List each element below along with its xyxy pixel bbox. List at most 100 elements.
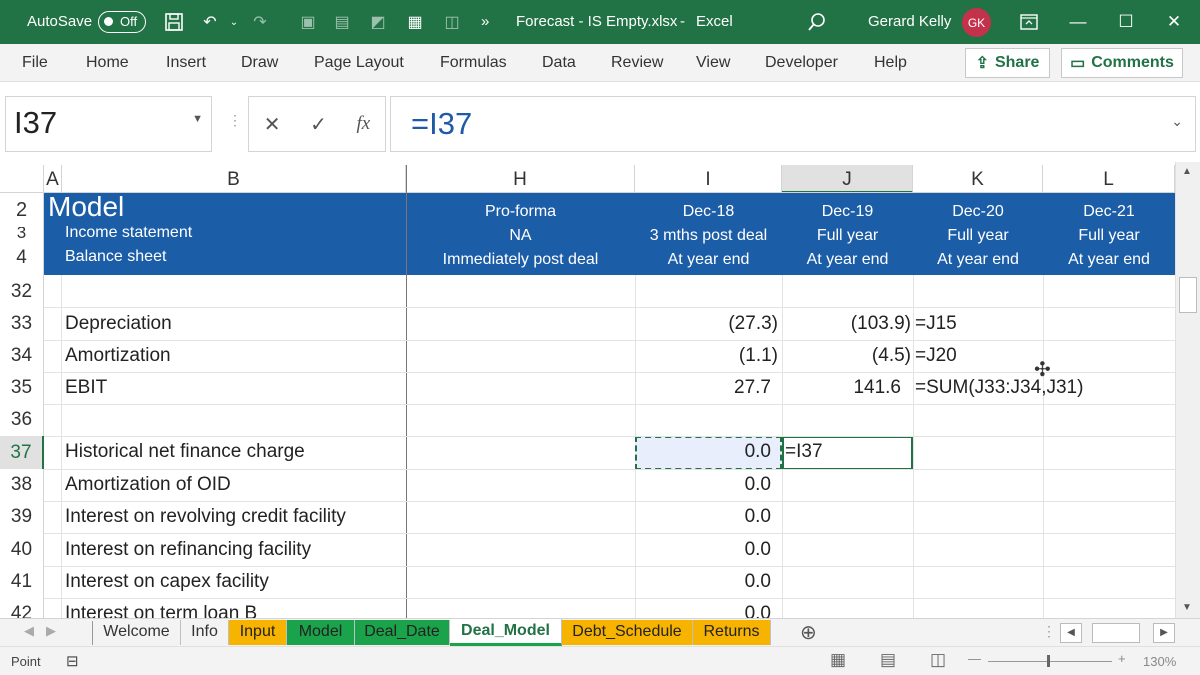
row-header-36[interactable]: 36 (0, 404, 44, 436)
row-header-37[interactable]: 37 (0, 436, 44, 469)
sheet-tab-debt-schedule[interactable]: Debt_Schedule (562, 620, 693, 645)
cell-j33[interactable]: (103.9) (786, 313, 911, 335)
tab-review[interactable]: Review (611, 54, 663, 72)
row-label-interest-refinancing[interactable]: Interest on refinancing facility (65, 539, 311, 561)
sheet-tab-deal-model[interactable]: Deal_Model (450, 619, 562, 646)
avatar[interactable]: GK (962, 8, 991, 37)
sheet-tab-returns[interactable]: Returns (693, 620, 771, 645)
cell-j35[interactable]: 141.6 (786, 377, 901, 399)
column-header-k[interactable]: K (913, 165, 1043, 193)
row-header-2[interactable]: 2 (0, 193, 44, 227)
row-label-historical-net-finance-charge[interactable]: Historical net finance charge (65, 441, 305, 463)
next-sheet-icon[interactable]: ▶ (46, 623, 56, 639)
formula-input[interactable]: =I37 ⌄ (390, 96, 1196, 152)
cell-j34[interactable]: (4.5) (786, 345, 911, 367)
tab-view[interactable]: View (696, 54, 730, 72)
tab-insert[interactable]: Insert (166, 54, 206, 72)
name-box-dropdown-icon[interactable]: ▼ (192, 113, 203, 125)
cell-k34-formula[interactable]: =J20 (915, 345, 957, 367)
row-label-interest-term-loan-b[interactable]: Interest on term loan B (65, 603, 257, 618)
tab-data[interactable]: Data (542, 54, 576, 72)
scroll-thumb[interactable] (1179, 277, 1197, 313)
hscroll-right-icon[interactable]: ▶ (1153, 623, 1175, 643)
column-header-i[interactable]: I (635, 165, 782, 193)
row-header-34[interactable]: 34 (0, 340, 44, 372)
row-header-42[interactable]: 42 (0, 598, 44, 618)
undo-icon[interactable]: ↶ (198, 10, 222, 34)
row-header-38[interactable]: 38 (0, 469, 44, 501)
cell-i37[interactable]: 0.0 (640, 441, 771, 463)
cell-i35[interactable]: 27.7 (640, 377, 771, 399)
row-header-39[interactable]: 39 (0, 501, 44, 533)
row-header-32[interactable]: 32 (0, 275, 44, 308)
tab-split-grip-icon[interactable]: ⋮ (1042, 623, 1056, 640)
row-label-ebit[interactable]: EBIT (65, 377, 107, 399)
zoom-slider-thumb[interactable] (1047, 655, 1050, 667)
tab-help[interactable]: Help (874, 54, 907, 72)
tab-draw[interactable]: Draw (241, 54, 278, 72)
row-header-41[interactable]: 41 (0, 566, 44, 598)
row-label-interest-capex[interactable]: Interest on capex facility (65, 571, 269, 593)
search-icon[interactable] (805, 10, 829, 34)
column-header-h[interactable]: H (406, 165, 635, 193)
scroll-down-icon[interactable]: ▼ (1182, 602, 1192, 613)
tab-file[interactable]: File (22, 54, 48, 72)
tab-developer[interactable]: Developer (765, 54, 838, 72)
cell-i39[interactable]: 0.0 (640, 506, 771, 528)
expand-formula-bar-icon[interactable]: ⌄ (1171, 113, 1183, 130)
row-label-amortization-of-oid[interactable]: Amortization of OID (65, 474, 231, 496)
minimize-icon[interactable]: — (1063, 9, 1093, 35)
zoom-level[interactable]: 130% (1143, 654, 1176, 669)
add-sheet-icon[interactable]: ⊕ (800, 620, 817, 645)
sheet-tab-input[interactable]: Input (229, 620, 287, 645)
page-layout-view-icon[interactable]: ▤ (880, 650, 896, 670)
toolbar-overflow-icon[interactable]: » (481, 13, 489, 30)
row-header-33[interactable]: 33 (0, 308, 44, 340)
enter-icon[interactable]: ✓ (310, 112, 327, 137)
cell-i34[interactable]: (1.1) (640, 345, 778, 367)
redo-icon[interactable]: ↷ (248, 10, 272, 34)
cell-k33-formula[interactable]: =J15 (915, 313, 957, 335)
row-label-interest-revolving[interactable]: Interest on revolving credit facility (65, 506, 346, 528)
border-icon[interactable]: ◩ (366, 10, 390, 34)
cell-j37-editing[interactable]: =I37 (785, 441, 823, 463)
cell-i42[interactable]: 0.0 (640, 603, 771, 618)
sheet-tab-model[interactable]: Model (287, 620, 355, 645)
undo-dropdown-icon[interactable]: ⌄ (222, 10, 246, 34)
macro-recording-icon[interactable]: ⊟ (66, 652, 79, 670)
autosave-toggle[interactable]: Off (98, 11, 146, 33)
save-icon[interactable] (162, 10, 186, 34)
cell-i33[interactable]: (27.3) (640, 313, 778, 335)
share-button[interactable]: ⇪ Share (965, 48, 1050, 78)
print-preview-icon[interactable]: ▤ (330, 10, 354, 34)
normal-view-icon[interactable]: ▦ (830, 650, 846, 670)
camera-icon[interactable]: ▣ (296, 10, 320, 34)
zoom-slider[interactable] (988, 661, 1112, 662)
form-icon[interactable]: ◫ (440, 10, 464, 34)
ribbon-display-icon[interactable] (1014, 9, 1044, 35)
zoom-in-icon[interactable]: + (1118, 651, 1126, 666)
tab-page-layout[interactable]: Page Layout (314, 54, 404, 72)
name-box[interactable]: I37 ▼ (5, 96, 212, 152)
row-header-35[interactable]: 35 (0, 372, 44, 404)
sheet-tab-info[interactable]: Info (181, 620, 229, 645)
cell-i41[interactable]: 0.0 (640, 571, 771, 593)
prev-sheet-icon[interactable]: ◀ (24, 623, 34, 639)
formula-bar-grip-icon[interactable]: ⋮ (228, 112, 242, 129)
column-header-b[interactable]: B (62, 165, 406, 193)
row-header-3[interactable]: 3 (0, 227, 44, 241)
cancel-icon[interactable]: ✕ (264, 112, 281, 137)
vertical-scrollbar[interactable]: ▲ ▼ (1175, 162, 1200, 618)
column-header-a[interactable]: A (44, 165, 62, 193)
scroll-up-icon[interactable]: ▲ (1182, 166, 1192, 177)
maximize-icon[interactable]: ☐ (1111, 9, 1141, 35)
tab-formulas[interactable]: Formulas (440, 54, 507, 72)
row-header-40[interactable]: 40 (0, 533, 44, 566)
row-header-4[interactable]: 4 (0, 241, 44, 275)
insert-function-icon[interactable]: fx (356, 113, 370, 135)
hscroll-left-icon[interactable]: ◀ (1060, 623, 1082, 643)
zoom-out-icon[interactable]: — (968, 651, 981, 666)
tab-home[interactable]: Home (86, 54, 129, 72)
worksheet-grid[interactable]: A B H I J K L 2 3 4 Model Income stateme… (0, 162, 1200, 618)
cell-i40[interactable]: 0.0 (640, 539, 771, 561)
